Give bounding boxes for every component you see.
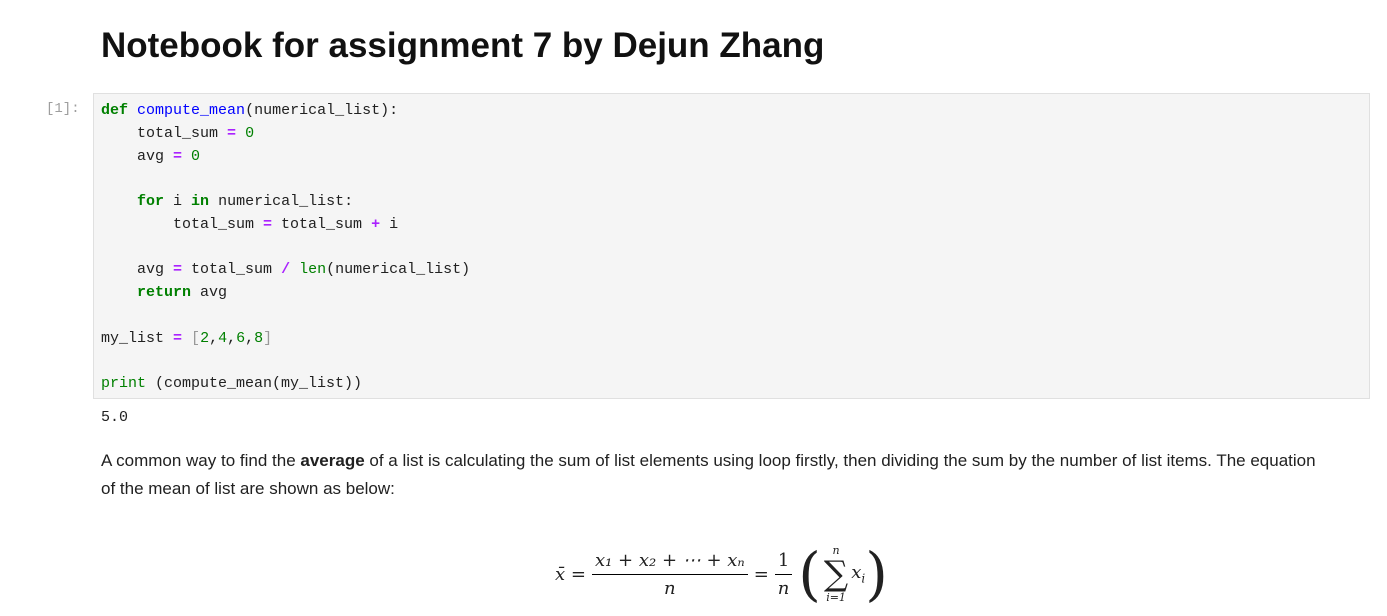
mean-equation: x̄ = x₁ + x₂ + ⋯ + xₙ n = 1n ( n ∑ i=1 xi ) (555, 538, 888, 610)
code-token: print (101, 375, 147, 392)
eq-fraction: x₁ + x₂ + ⋯ + xₙ n (591, 550, 748, 599)
eq-denominator: n (664, 577, 676, 599)
eq-sum-bottom: i=1 (826, 591, 846, 604)
code-token: i (164, 193, 192, 210)
markdown-paragraph: A common way to find the average of a li… (101, 447, 1321, 503)
code-token: total_sum (101, 124, 228, 142)
code-token: in (191, 193, 210, 210)
code-line: total_sum = total_sum + i (101, 214, 1362, 237)
code-token: , (209, 329, 219, 347)
code-token: avg (101, 261, 174, 279)
code-line: def compute_mean(numerical_list): (101, 100, 1362, 123)
eq-equals: = (753, 563, 769, 585)
code-token: avg (101, 147, 174, 165)
code-token: for (137, 193, 165, 210)
eq-one: 1 (774, 550, 793, 575)
code-token: ] (263, 329, 273, 347)
code-token: + (371, 215, 381, 233)
code-line: avg = total_sum / len(numerical_list) (101, 259, 1362, 282)
eq-term: xi (851, 562, 865, 586)
code-line: avg = 0 (101, 146, 1362, 169)
code-cell-editor[interactable]: def compute_mean(numerical_list): total_… (93, 93, 1370, 399)
code-token: 4 (218, 329, 228, 347)
code-token: avg (191, 284, 228, 301)
code-token: def (101, 102, 129, 119)
eq-numerator: x₁ + x₂ + ⋯ + xₙ (591, 550, 748, 575)
code-token: (numerical_list): (245, 102, 399, 119)
code-token: total_sum (272, 215, 372, 233)
page-title: Notebook for assignment 7 by Dejun Zhang (101, 26, 825, 65)
code-token: len (299, 261, 327, 279)
code-token: = (173, 147, 183, 165)
code-line: total_sum = 0 (101, 123, 1362, 146)
code-token: numerical_list: (209, 193, 354, 210)
code-token: [ (191, 329, 201, 347)
eq-lparen: ( (798, 540, 821, 608)
eq-rparen: ) (865, 540, 888, 608)
code-line: return avg (101, 282, 1362, 305)
code-token: 6 (236, 329, 246, 347)
eq-lhs: x̄ = (555, 563, 586, 585)
code-token: total_sum (101, 215, 264, 233)
code-token: = (173, 261, 183, 279)
para-bold: average (300, 451, 365, 470)
code-token: , (227, 329, 237, 347)
eq-sum: n ∑ i=1 (824, 544, 848, 604)
eq-n: n (777, 577, 790, 599)
code-token: = (173, 329, 183, 347)
code-token: my_list (101, 329, 174, 347)
code-token: total_sum (182, 261, 282, 279)
code-token: = (263, 215, 273, 233)
eq-one-over-n: 1n (774, 550, 793, 599)
code-line: for i in numerical_list: (101, 191, 1362, 214)
code-token: 0 (191, 147, 201, 165)
code-token: compute_mean (137, 102, 246, 119)
code-token: 2 (200, 329, 210, 347)
para-text-1: A common way to find the (101, 451, 301, 470)
cell-output: 5.0 (101, 409, 129, 426)
code-token: (numerical_list) (326, 261, 471, 279)
code-token: 0 (245, 124, 255, 142)
code-token: (compute_mean(my_list)) (146, 375, 363, 392)
code-line: print (compute_mean(my_list)) (101, 373, 1362, 396)
code-token: i (380, 215, 399, 233)
code-token: = (227, 124, 237, 142)
code-token: , (245, 329, 255, 347)
code-token: return (137, 284, 192, 301)
code-token: 8 (254, 329, 264, 347)
eq-sigma: ∑ (823, 554, 849, 594)
code-token: / (281, 261, 291, 279)
code-line: my_list = [2,4,6,8] (101, 328, 1362, 351)
cell-prompt: [1]: (46, 101, 80, 117)
eq-x: x (851, 562, 862, 584)
